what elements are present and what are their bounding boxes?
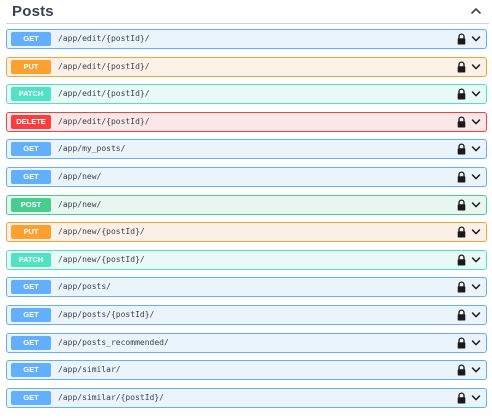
endpoint-path: /app/similar/{postId}/ bbox=[58, 393, 164, 402]
method-badge: POST bbox=[11, 198, 51, 212]
operation-row-post[interactable]: POST/app/new/ bbox=[6, 195, 487, 215]
method-badge: GET bbox=[11, 308, 51, 322]
operation-row-get[interactable]: GET/app/posts/{postId}/ bbox=[6, 305, 487, 325]
method-badge: GET bbox=[11, 280, 51, 294]
lock-icon[interactable] bbox=[457, 33, 466, 45]
lock-icon[interactable] bbox=[457, 254, 466, 266]
chevron-down-icon[interactable] bbox=[471, 228, 481, 236]
section-title: Posts bbox=[12, 3, 54, 20]
chevron-down-icon[interactable] bbox=[471, 118, 481, 126]
method-badge: GET bbox=[11, 391, 51, 405]
chevron-down-icon[interactable] bbox=[471, 394, 481, 402]
method-badge: PATCH bbox=[11, 253, 51, 267]
operation-row-delete[interactable]: DELETE/app/edit/{postId}/ bbox=[6, 112, 487, 132]
operation-row-get[interactable]: GET/app/similar/ bbox=[6, 360, 487, 380]
lock-icon[interactable] bbox=[457, 199, 466, 211]
lock-icon[interactable] bbox=[457, 116, 466, 128]
operation-row-patch[interactable]: PATCH/app/new/{postId}/ bbox=[6, 250, 487, 270]
chevron-down-icon[interactable] bbox=[471, 339, 481, 347]
endpoint-path: /app/posts/ bbox=[58, 282, 111, 291]
endpoint-path: /app/edit/{postId}/ bbox=[58, 117, 150, 126]
method-badge: PUT bbox=[11, 60, 51, 74]
chevron-down-icon[interactable] bbox=[471, 145, 481, 153]
method-badge: GET bbox=[11, 336, 51, 350]
lock-icon[interactable] bbox=[457, 171, 466, 183]
method-badge: GET bbox=[11, 32, 51, 46]
operation-row-get[interactable]: GET/app/my_posts/ bbox=[6, 139, 487, 159]
endpoint-path: /app/new/{postId}/ bbox=[58, 227, 145, 236]
endpoint-path: /app/new/ bbox=[58, 172, 102, 181]
lock-icon[interactable] bbox=[457, 281, 466, 293]
endpoint-path: /app/new/{postId}/ bbox=[58, 255, 145, 264]
lock-icon[interactable] bbox=[457, 364, 466, 376]
lock-icon[interactable] bbox=[457, 226, 466, 238]
lock-icon[interactable] bbox=[457, 61, 466, 73]
lock-icon[interactable] bbox=[457, 337, 466, 349]
method-badge: GET bbox=[11, 142, 51, 156]
lock-icon[interactable] bbox=[457, 309, 466, 321]
endpoint-path: /app/edit/{postId}/ bbox=[58, 34, 150, 43]
chevron-down-icon[interactable] bbox=[471, 201, 481, 209]
lock-icon[interactable] bbox=[457, 88, 466, 100]
chevron-down-icon[interactable] bbox=[471, 283, 481, 291]
method-badge: GET bbox=[11, 170, 51, 184]
chevron-up-icon[interactable] bbox=[469, 4, 483, 18]
chevron-down-icon[interactable] bbox=[471, 311, 481, 319]
operation-row-patch[interactable]: PATCH/app/edit/{postId}/ bbox=[6, 84, 487, 104]
chevron-down-icon[interactable] bbox=[471, 366, 481, 374]
chevron-down-icon[interactable] bbox=[471, 173, 481, 181]
endpoint-path: /app/edit/{postId}/ bbox=[58, 62, 150, 71]
method-badge: PATCH bbox=[11, 87, 51, 101]
operation-row-put[interactable]: PUT/app/new/{postId}/ bbox=[6, 222, 487, 242]
operation-row-get[interactable]: GET/app/posts/ bbox=[6, 277, 487, 297]
endpoint-path: /app/posts/{postId}/ bbox=[58, 310, 155, 319]
chevron-down-icon[interactable] bbox=[471, 90, 481, 98]
chevron-down-icon[interactable] bbox=[471, 63, 481, 71]
operation-row-get[interactable]: GET/app/similar/{postId}/ bbox=[6, 388, 487, 408]
lock-icon[interactable] bbox=[457, 392, 466, 404]
method-badge: GET bbox=[11, 363, 51, 377]
lock-icon[interactable] bbox=[457, 143, 466, 155]
endpoint-path: /app/my_posts/ bbox=[58, 144, 126, 153]
endpoint-path: /app/edit/{postId}/ bbox=[58, 89, 150, 98]
method-badge: PUT bbox=[11, 225, 51, 239]
section-header-posts[interactable]: Posts bbox=[6, 0, 489, 24]
endpoint-path: /app/posts_recommended/ bbox=[58, 338, 169, 347]
operation-row-get[interactable]: GET/app/new/ bbox=[6, 167, 487, 187]
endpoint-path: /app/similar/ bbox=[58, 365, 121, 374]
chevron-down-icon[interactable] bbox=[471, 35, 481, 43]
method-badge: DELETE bbox=[11, 115, 51, 129]
chevron-down-icon[interactable] bbox=[471, 256, 481, 264]
endpoint-path: /app/new/ bbox=[58, 200, 102, 209]
operation-row-put[interactable]: PUT/app/edit/{postId}/ bbox=[6, 57, 487, 77]
operation-row-get[interactable]: GET/app/edit/{postId}/ bbox=[6, 29, 487, 49]
operation-row-get[interactable]: GET/app/posts_recommended/ bbox=[6, 333, 487, 353]
